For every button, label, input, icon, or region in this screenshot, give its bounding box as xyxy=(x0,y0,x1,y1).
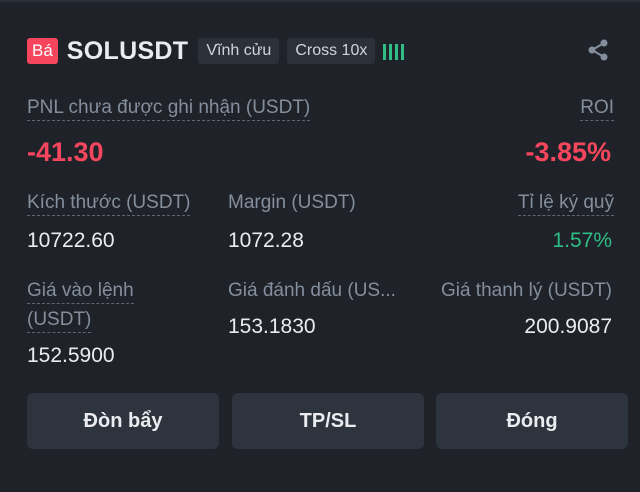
entry-price-label[interactable]: Giá vào lệnh (USDT) xyxy=(27,279,134,333)
symbol-title[interactable]: SOLUSDT xyxy=(67,37,189,66)
pnl-label[interactable]: PNL chưa được ghi nhận (USDT) xyxy=(27,96,311,121)
size-value: 10722.60 xyxy=(27,229,115,252)
roi-label[interactable]: ROI xyxy=(580,96,614,121)
contract-type-tag: Vĩnh cửu xyxy=(198,38,280,64)
top-divider xyxy=(0,0,640,2)
liq-price-label: Giá thanh lý (USDT) xyxy=(440,280,612,301)
mark-price-label: Giá đánh dấu (US... xyxy=(228,280,396,301)
margin-ratio-label[interactable]: Tỉ lệ ký quỹ xyxy=(517,191,614,216)
mark-price-value: 153.1830 xyxy=(228,315,316,338)
side-badge: Bá xyxy=(27,38,58,64)
leverage-button[interactable]: Đòn bẩy xyxy=(27,393,219,449)
roi-value: -3.85% xyxy=(525,137,611,167)
margin-ratio-value: 1.57% xyxy=(552,229,612,252)
margin-value: 1072.28 xyxy=(228,229,304,252)
margin-mode-tag[interactable]: Cross 10x xyxy=(287,38,376,64)
tpsl-button[interactable]: TP/SL xyxy=(232,393,424,449)
margin-label: Margin (USDT) xyxy=(228,192,356,213)
signal-strength-icon xyxy=(383,42,405,60)
liq-price-value: 200.9087 xyxy=(524,315,612,338)
position-header: Bá SOLUSDT Vĩnh cửu Cross 10x xyxy=(27,36,617,66)
entry-price-label-line1: Giá vào lệnh xyxy=(27,279,134,304)
entry-price-label-line2: (USDT) xyxy=(27,308,92,333)
share-icon[interactable] xyxy=(586,38,610,62)
pnl-value: -41.30 xyxy=(27,137,104,167)
entry-price-value: 152.5900 xyxy=(27,344,115,367)
size-label[interactable]: Kích thước (USDT) xyxy=(27,191,191,216)
close-position-button[interactable]: Đóng xyxy=(436,393,628,449)
